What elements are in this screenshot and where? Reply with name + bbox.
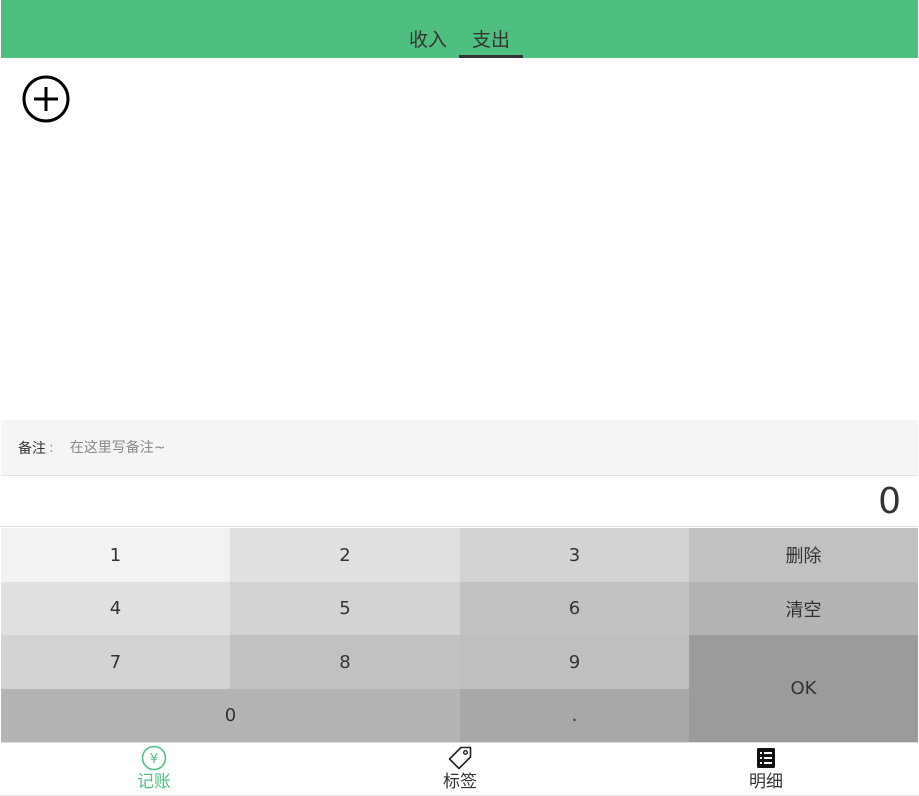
key-dot[interactable]: . xyxy=(460,689,689,742)
key-3[interactable]: 3 xyxy=(460,528,689,582)
key-5[interactable]: 5 xyxy=(230,582,460,635)
key-0[interactable]: 0 xyxy=(1,689,460,742)
nav-label-details: 明细 xyxy=(749,772,783,792)
key-6[interactable]: 6 xyxy=(460,582,689,635)
tag-icon xyxy=(447,745,473,771)
key-7[interactable]: 7 xyxy=(1,635,230,689)
ok-button[interactable]: OK xyxy=(689,635,918,742)
list-icon xyxy=(753,745,779,771)
nav-item-bookkeeping[interactable]: ¥ 记账 xyxy=(94,743,214,795)
yen-circle-icon: ¥ xyxy=(141,745,167,771)
nav-label-bookkeeping: 记账 xyxy=(137,772,171,792)
key-8[interactable]: 8 xyxy=(230,635,460,689)
key-2[interactable]: 2 xyxy=(230,528,460,582)
top-bar: 收入 支出 xyxy=(1,0,918,58)
svg-text:¥: ¥ xyxy=(150,752,158,767)
bottom-nav: ¥ 记账 标签 明细 xyxy=(1,742,918,795)
note-colon: : xyxy=(49,439,54,456)
tab-expense[interactable]: 支出 xyxy=(459,24,524,58)
key-1[interactable]: 1 xyxy=(1,528,230,582)
clear-button[interactable]: 清空 xyxy=(689,582,918,635)
nav-item-tags[interactable]: 标签 xyxy=(400,743,520,795)
amount-display: 0 xyxy=(1,476,918,527)
note-input[interactable] xyxy=(67,438,672,457)
key-4[interactable]: 4 xyxy=(1,582,230,635)
tags-area xyxy=(1,58,918,420)
plus-circle-icon xyxy=(22,75,70,123)
nav-label-tags: 标签 xyxy=(443,772,477,792)
key-9[interactable]: 9 xyxy=(460,635,689,689)
note-label: 备注 xyxy=(18,440,46,457)
type-tabs: 收入 支出 xyxy=(1,24,918,58)
note-row: 备注 : xyxy=(1,420,918,476)
nav-item-details[interactable]: 明细 xyxy=(706,743,826,795)
number-pad: 1 2 3 删除 4 5 6 清空 7 8 9 OK 0 . xyxy=(1,528,918,742)
delete-button[interactable]: 删除 xyxy=(689,528,918,582)
add-tag-button[interactable] xyxy=(21,74,71,124)
tab-income[interactable]: 收入 xyxy=(396,24,460,58)
